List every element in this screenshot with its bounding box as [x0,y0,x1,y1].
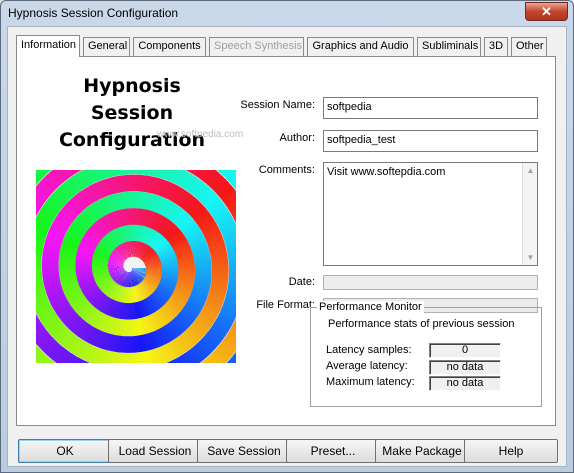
page-title: Hypnosis Session Configuration [47,73,217,154]
scroll-up-arrow-icon[interactable]: ▲ [523,163,538,178]
performance-monitor-group: Performance Monitor Performance stats of… [310,301,542,407]
tab-information[interactable]: Information [16,35,80,57]
scroll-down-arrow-icon[interactable]: ▼ [523,250,538,265]
comments-label: Comments: [258,164,315,176]
help-button[interactable]: Help [464,439,558,463]
window-title: Hypnosis Session Configuration [8,6,179,20]
author-input[interactable]: softpedia_test [323,130,538,152]
tab-graphics-and-audio[interactable]: Graphics and Audio [307,37,414,56]
make-package-button[interactable]: Make Package [375,439,469,463]
information-panel: www.softpedia.com Hypnosis Session Confi… [16,56,556,426]
preset-button[interactable]: Preset... [286,439,380,463]
spiral-graphic [36,170,236,363]
performance-monitor-title: Performance Monitor [317,301,424,313]
comments-scrollbar[interactable]: ▲ ▼ [522,163,537,265]
tab-general[interactable]: General [83,37,130,56]
file-format-label: File Format: [256,299,315,311]
maximum-latency-label: Maximum latency: [326,376,415,388]
latency-samples-label: Latency samples: [326,344,412,356]
title-line-2: Session [90,102,174,124]
average-latency-value: no data [429,360,501,375]
title-bar[interactable]: Hypnosis Session Configuration ✕ [1,1,573,25]
maximum-latency-value: no data [429,376,501,391]
watermark-text: www.softpedia.com [157,129,244,140]
comments-textarea[interactable]: Visit www.softepdia.com ▲ ▼ [323,162,538,266]
latency-samples-value: 0 [429,343,501,358]
tab-other[interactable]: Other [511,37,547,56]
tab-components[interactable]: Components [133,37,206,56]
tab-strip: Information General Components Speech Sy… [16,35,556,57]
date-label: Date: [288,276,315,288]
date-field [323,275,538,290]
session-name-input[interactable]: softpedia [323,97,538,119]
tab-subliminals[interactable]: Subliminals [417,37,481,56]
hypnotic-spiral-image [36,170,236,363]
session-name-label: Session Name: [240,99,315,111]
title-line-1: Hypnosis [83,75,181,97]
comments-text: Visit www.softepdia.com [327,166,446,178]
main-window: Hypnosis Session Configuration ✕ Informa… [0,0,574,473]
tab-speech-synthesis: Speech Synthesis [209,37,304,56]
average-latency-label: Average latency: [326,360,408,372]
tab-3d[interactable]: 3D [484,37,508,56]
save-session-button[interactable]: Save Session [197,439,291,463]
load-session-button[interactable]: Load Session [108,439,202,463]
dialog-client: Information General Components Speech Sy… [7,26,567,467]
close-button[interactable]: ✕ [525,2,568,21]
ok-button[interactable]: OK [18,439,112,463]
performance-subtitle: Performance stats of previous session [328,318,515,330]
